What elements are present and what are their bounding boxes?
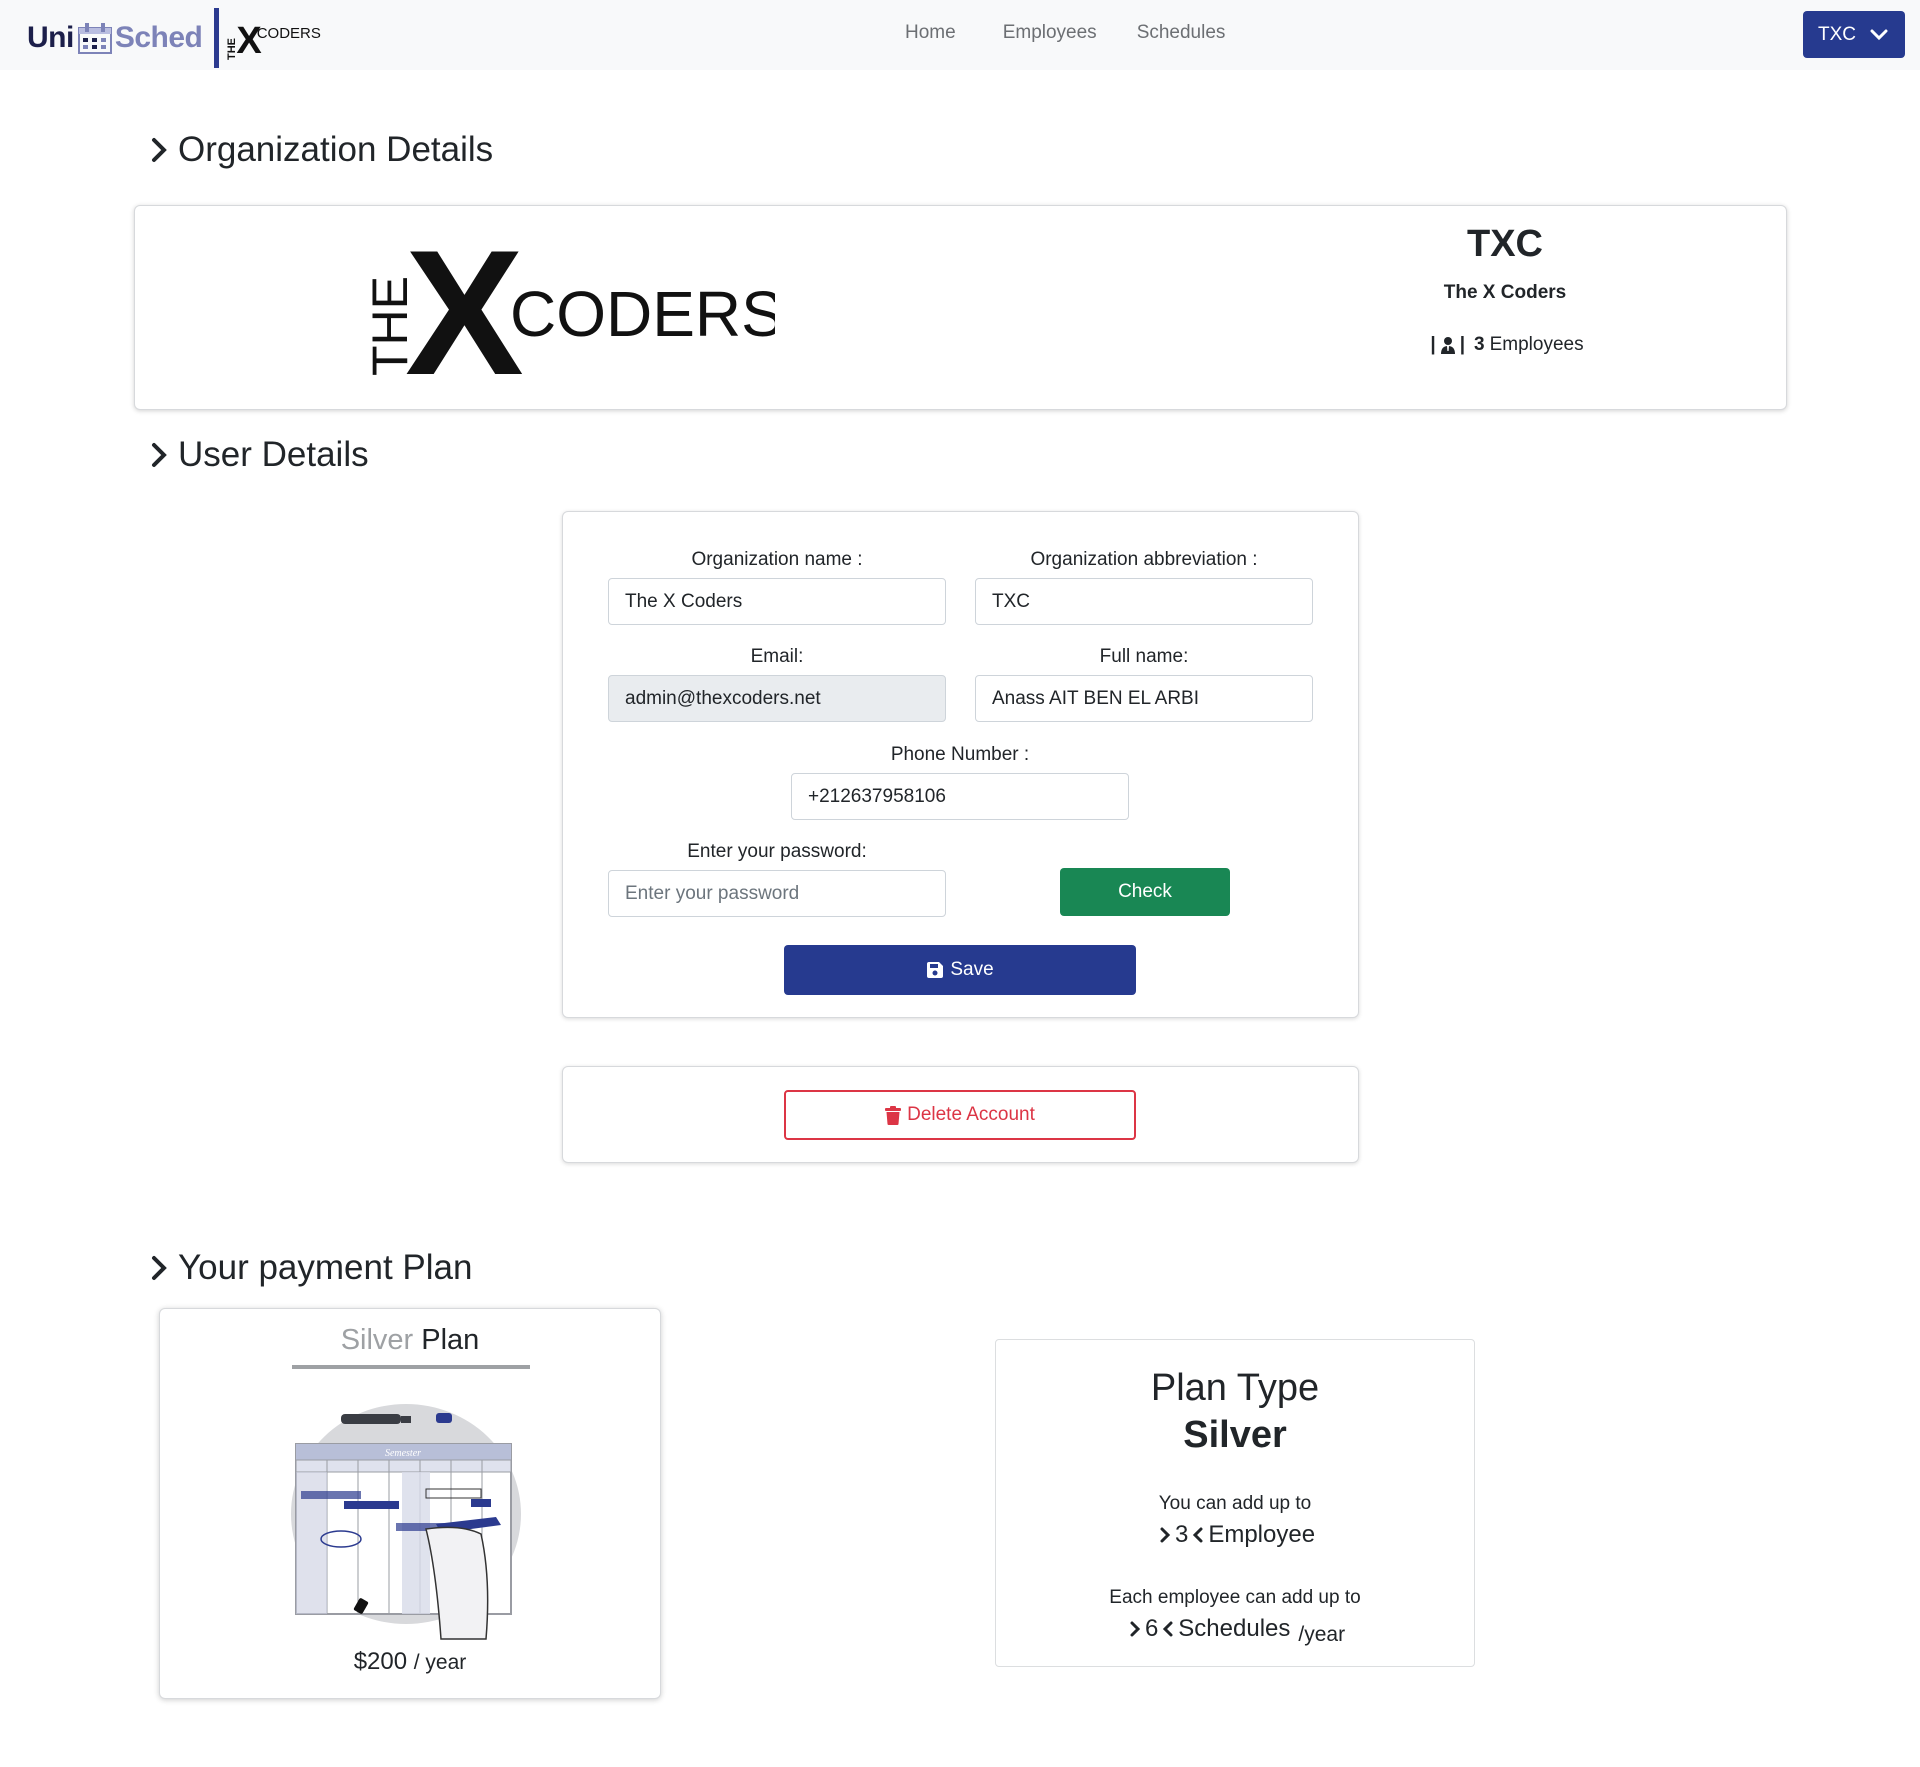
phone-input[interactable]: +212637958106 (791, 773, 1129, 820)
plan-card-word: Plan (421, 1324, 480, 1356)
trash-icon (885, 1105, 902, 1125)
schedule-limit: 6 Schedules /year (996, 1615, 1474, 1646)
plan-price-period: / year (413, 1651, 467, 1674)
organization-employee-count: | | 3 Employees (1375, 334, 1635, 356)
illustration-semester-label: Semester (385, 1448, 421, 1459)
section-organization-title: Organization Details (150, 130, 493, 170)
employee-limit: 3 Employee (996, 1521, 1474, 1549)
calendar-icon (77, 23, 112, 54)
user-menu-button[interactable]: TXC (1803, 11, 1905, 58)
schedule-limit-unit: Schedules (1178, 1615, 1291, 1642)
full-name-field: Full name: Anass AIT BEN EL ARBI (975, 646, 1313, 722)
pipe-separator: | (1459, 334, 1466, 355)
brand-logo[interactable]: Uni Sched THE X CODERS (27, 8, 321, 68)
section-plan-label: Your payment Plan (178, 1248, 473, 1287)
nav-employees[interactable]: Employees (1003, 22, 1097, 44)
partner-logo-coders: CODERS (256, 25, 321, 42)
nav-links: Home Employees Schedules (905, 22, 1225, 44)
email-field: Email: admin@thexcoders.net (608, 646, 946, 722)
chevron-right-icon (1160, 1527, 1171, 1543)
brand-uni: Uni (27, 21, 74, 54)
employee-count-label: Employees (1489, 334, 1584, 355)
phone-field: Phone Number : +212637958106 (791, 744, 1129, 820)
plan-type-card: Plan Type Silver You can add up to 3 Emp… (995, 1339, 1475, 1667)
save-button-label: Save (950, 959, 994, 980)
org-name-input[interactable]: The X Coders (608, 578, 946, 625)
save-button[interactable]: Save (784, 945, 1136, 995)
plan-price-value: $200 (353, 1648, 408, 1675)
chevron-right-icon (1130, 1621, 1141, 1637)
brand-sched: Sched (114, 21, 203, 54)
plan-card-price: $200 / year (160, 1648, 660, 1676)
employee-limit-value: 3 (1174, 1521, 1189, 1548)
nav-schedules[interactable]: Schedules (1137, 22, 1226, 44)
org-logo-coders: CODERS (510, 278, 775, 350)
plan-card: Silver Plan Semester $200 / year (159, 1308, 661, 1699)
user-menu-label: TXC (1818, 23, 1856, 45)
chevron-left-icon (1193, 1527, 1203, 1543)
schedule-limit-intro: Each employee can add up to (1109, 1587, 1361, 1608)
plan-card-tier: Silver (340, 1324, 414, 1356)
pipe-separator: | (1430, 334, 1436, 355)
plan-card-underline (292, 1365, 530, 1369)
employee-count-value: 3 (1474, 334, 1485, 355)
organization-logo: THE X CODERS (362, 236, 775, 381)
org-abbr-input[interactable]: TXC (975, 578, 1313, 625)
password-field: Enter your password: Enter your password (608, 841, 946, 917)
schedule-limit-period: /year (1298, 1623, 1346, 1646)
plan-card-title: Silver Plan (160, 1324, 660, 1357)
chevron-right-icon (152, 1256, 167, 1280)
partner-logo: THE X CODERS (226, 16, 321, 60)
section-plan-title: Your payment Plan (150, 1248, 472, 1288)
organization-card: THE X CODERS TXC The X Coders | | 3 Empl… (134, 205, 1787, 410)
org-name-label: Organization name : (691, 549, 863, 570)
full-name-input[interactable]: Anass AIT BEN EL ARBI (975, 675, 1313, 722)
email-input: admin@thexcoders.net (608, 675, 946, 722)
password-input[interactable]: Enter your password (608, 870, 946, 917)
check-button-label: Check (1118, 881, 1172, 902)
phone-label: Phone Number : (890, 744, 1030, 765)
org-name-field: Organization name : The X Coders (608, 549, 946, 625)
partner-logo-the: THE (226, 38, 239, 60)
employee-limit-intro: You can add up to (1158, 1493, 1312, 1514)
chevron-left-icon (1163, 1621, 1173, 1637)
user-details-form: Organization name : The X Coders Organiz… (562, 511, 1359, 1018)
organization-info: TXC The X Coders | | 3 Employees (1375, 223, 1635, 356)
employee-limit-unit: Employee (1208, 1521, 1316, 1548)
plan-type-tier: Silver (1183, 1414, 1287, 1456)
org-abbr-label: Organization abbreviation : (1030, 549, 1258, 570)
floppy-disk-icon (927, 962, 944, 978)
schedule-illustration: Semester (291, 1404, 521, 1640)
organization-abbreviation: TXC (1467, 223, 1543, 265)
user-tie-icon (1440, 337, 1455, 354)
chevron-right-icon (152, 138, 167, 162)
section-user-title: User Details (150, 435, 369, 475)
full-name-label: Full name: (1099, 646, 1189, 667)
check-password-button[interactable]: Check (1060, 868, 1230, 916)
top-navbar: Uni Sched THE X CODERS Home Employees Sc… (0, 0, 1920, 70)
chevron-right-icon (152, 443, 167, 467)
chevron-down-icon (1870, 29, 1888, 40)
delete-account-card: Delete Account (562, 1066, 1359, 1163)
delete-account-button[interactable]: Delete Account (784, 1090, 1136, 1140)
section-organization-label: Organization Details (178, 130, 494, 169)
delete-account-label: Delete Account (907, 1104, 1035, 1125)
password-label: Enter your password: (687, 841, 867, 862)
nav-home[interactable]: Home (905, 22, 956, 44)
org-abbr-field: Organization abbreviation : TXC (975, 549, 1313, 625)
plan-type-heading: Plan Type (1150, 1367, 1320, 1409)
email-label: Email: (750, 646, 804, 667)
org-logo-x: X (405, 236, 524, 381)
section-user-label: User Details (178, 435, 369, 474)
organization-name: The X Coders (1443, 282, 1567, 303)
schedule-limit-value: 6 (1144, 1615, 1159, 1642)
brand-divider (214, 8, 220, 68)
